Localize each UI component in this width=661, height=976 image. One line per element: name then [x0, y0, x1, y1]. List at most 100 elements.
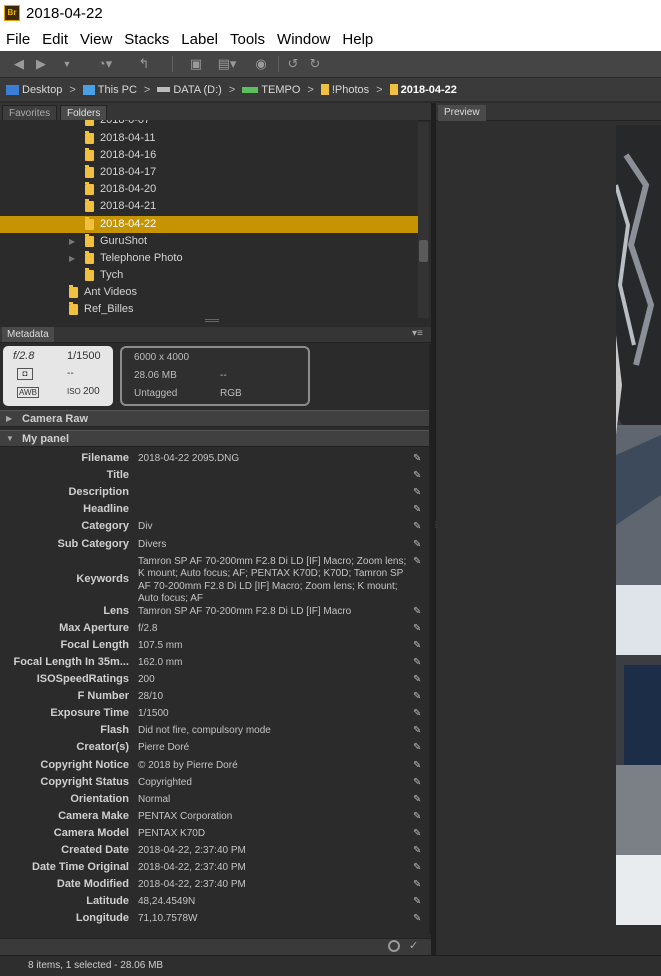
chevron-right-icon[interactable]: > [376, 84, 382, 96]
back-icon[interactable]: ◀ [12, 55, 26, 73]
field-value[interactable]: 2018-04-22, 2:37:40 PM [138, 845, 408, 858]
get-photos-icon[interactable]: ▣ [186, 55, 206, 73]
menu-file[interactable]: File [0, 31, 36, 48]
folder-row-selected[interactable]: 2018-04-22 [0, 216, 418, 233]
field-value[interactable]: 2018-04-22 2095.DNG [138, 453, 408, 466]
edit-pencil-icon[interactable]: ✎ [413, 760, 423, 771]
field-value[interactable]: Normal [138, 794, 408, 807]
edit-pencil-icon[interactable]: ✎ [413, 556, 423, 567]
edit-pencil-icon[interactable]: ✎ [413, 828, 423, 839]
edit-pencil-icon[interactable]: ✎ [413, 623, 423, 634]
folder-row[interactable]: ▶ Telephone Photo [0, 250, 418, 267]
edit-pencil-icon[interactable]: ✎ [413, 505, 423, 515]
boomerang-icon[interactable]: ↰ [136, 55, 152, 73]
folder-tree-scroll-thumb[interactable] [419, 240, 428, 262]
rotate-right-icon[interactable]: ↻ [308, 55, 322, 73]
panel-resize-grip[interactable] [205, 319, 219, 322]
tab-preview[interactable]: Preview [438, 105, 486, 121]
menu-edit[interactable]: Edit [36, 31, 74, 48]
preview-image[interactable] [616, 125, 661, 925]
edit-pencil-icon[interactable]: ✎ [413, 726, 423, 736]
field-value[interactable]: 48,24.4549N [138, 896, 408, 909]
edit-pencil-icon[interactable]: ✎ [413, 863, 423, 873]
breadcrumb-this-pc[interactable]: This PC [82, 84, 137, 96]
edit-pencil-icon[interactable]: ✎ [413, 811, 423, 822]
edit-pencil-icon[interactable]: ✎ [413, 488, 423, 498]
breadcrumb-data-drive[interactable]: DATA (D:) [157, 84, 222, 96]
section-my-panel[interactable]: ▼ My panel [0, 430, 431, 447]
edit-pencil-icon[interactable]: ✎ [413, 880, 423, 890]
edit-pencil-icon[interactable]: ✎ [413, 471, 423, 481]
menu-window[interactable]: Window [271, 31, 336, 48]
expand-arrow-icon[interactable]: ▶ [69, 233, 75, 250]
rotate-left-icon[interactable]: ↺ [286, 55, 300, 73]
field-value[interactable]: Div [138, 521, 408, 534]
folder-row[interactable]: 2018-04-16 [0, 147, 418, 164]
chevron-right-icon[interactable]: > [144, 84, 150, 96]
breadcrumb-desktop[interactable]: Desktop [6, 84, 62, 96]
reveal-recent-icon[interactable]: ◔▾ [94, 55, 116, 73]
field-value[interactable]: 200 [138, 674, 408, 687]
menu-view[interactable]: View [74, 31, 118, 48]
edit-pencil-icon[interactable]: ✎ [413, 675, 423, 685]
edit-pencil-icon[interactable]: ✎ [413, 640, 423, 651]
menu-tools[interactable]: Tools [224, 31, 271, 48]
menu-help[interactable]: Help [336, 31, 379, 48]
edit-pencil-icon[interactable]: ✎ [413, 914, 423, 924]
field-value[interactable]: 1/1500 [138, 708, 408, 721]
edit-pencil-icon[interactable]: ✎ [413, 777, 423, 788]
field-value[interactable]: Tamron SP AF 70-200mm F2.8 Di LD [IF] Ma… [138, 556, 408, 606]
tab-metadata[interactable]: Metadata [2, 327, 54, 342]
tab-folders[interactable]: Folders [60, 105, 108, 121]
field-value[interactable]: PENTAX Corporation [138, 811, 408, 824]
chevron-right-icon[interactable]: > [229, 84, 235, 96]
field-value[interactable]: Did not fire, compulsory mode [138, 725, 408, 738]
folder-row[interactable]: 2018-04-17 [0, 164, 418, 181]
breadcrumb-photos[interactable]: !Photos [320, 84, 369, 96]
edit-pencil-icon[interactable]: ✎ [413, 743, 423, 753]
menu-label[interactable]: Label [175, 31, 224, 48]
history-dropdown-icon[interactable]: ▼ [60, 55, 74, 73]
field-value[interactable]: © 2018 by Pierre Doré [138, 760, 408, 773]
folder-row[interactable]: 2018-04-20 [0, 181, 418, 198]
field-value[interactable]: Tamron SP AF 70-200mm F2.8 Di LD [IF] Ma… [138, 606, 408, 619]
field-value[interactable]: 2018-04-22, 2:37:40 PM [138, 879, 408, 892]
apply-edit-icon[interactable]: ✓ [409, 939, 418, 952]
edit-pencil-icon[interactable]: ✎ [413, 606, 423, 617]
forward-icon[interactable]: ▶ [34, 55, 48, 73]
field-value[interactable]: Copyrighted [138, 777, 408, 790]
edit-pencil-icon[interactable]: ✎ [413, 539, 423, 550]
edit-pencil-icon[interactable]: ✎ [413, 897, 423, 907]
section-camera-raw[interactable]: ▶ Camera Raw [0, 410, 431, 427]
menu-stacks[interactable]: Stacks [118, 31, 175, 48]
panel-menu-icon[interactable]: ▾≡ [412, 328, 423, 339]
edit-pencil-icon[interactable]: ✎ [413, 454, 423, 464]
breadcrumb-current-folder[interactable]: 2018-04-22 [389, 84, 457, 96]
folder-row[interactable]: Tych [0, 267, 418, 284]
edit-pencil-icon[interactable]: ✎ [413, 846, 423, 856]
field-value[interactable]: 2018-04-22, 2:37:40 PM [138, 862, 408, 875]
tab-favorites[interactable]: Favorites [2, 105, 58, 121]
expand-arrow-icon[interactable]: ▶ [69, 250, 75, 267]
edit-pencil-icon[interactable]: ✎ [413, 657, 423, 668]
folder-row[interactable]: Ant Videos [0, 284, 418, 301]
field-value[interactable]: 162.0 mm [138, 657, 408, 670]
field-value[interactable]: 71,10.7578W [138, 913, 408, 926]
folder-row[interactable]: 2018-0-07 [0, 120, 418, 129]
field-value[interactable]: 107.5 mm [138, 640, 408, 653]
field-value[interactable]: 28/10 [138, 691, 408, 704]
chevron-right-icon[interactable]: > [69, 84, 75, 96]
edit-pencil-icon[interactable]: ✎ [413, 709, 423, 719]
folder-tree-scrollbar[interactable] [418, 122, 429, 318]
field-value[interactable]: Divers [138, 539, 408, 552]
folder-row[interactable]: ▶ GuruShot [0, 233, 418, 250]
edit-pencil-icon[interactable]: ✎ [413, 522, 423, 532]
breadcrumb-tempo[interactable]: TEMPO [242, 84, 300, 96]
folder-row[interactable]: 2018-04-11 [0, 130, 418, 147]
refine-icon[interactable]: ▤▾ [214, 55, 240, 73]
open-in-camera-raw-icon[interactable]: ◉ [253, 55, 269, 73]
field-value[interactable]: PENTAX K70D [138, 828, 408, 841]
cancel-edit-icon[interactable] [388, 940, 400, 952]
field-value[interactable]: f/2.8 [138, 623, 408, 636]
folder-row[interactable]: 2018-04-21 [0, 198, 418, 215]
